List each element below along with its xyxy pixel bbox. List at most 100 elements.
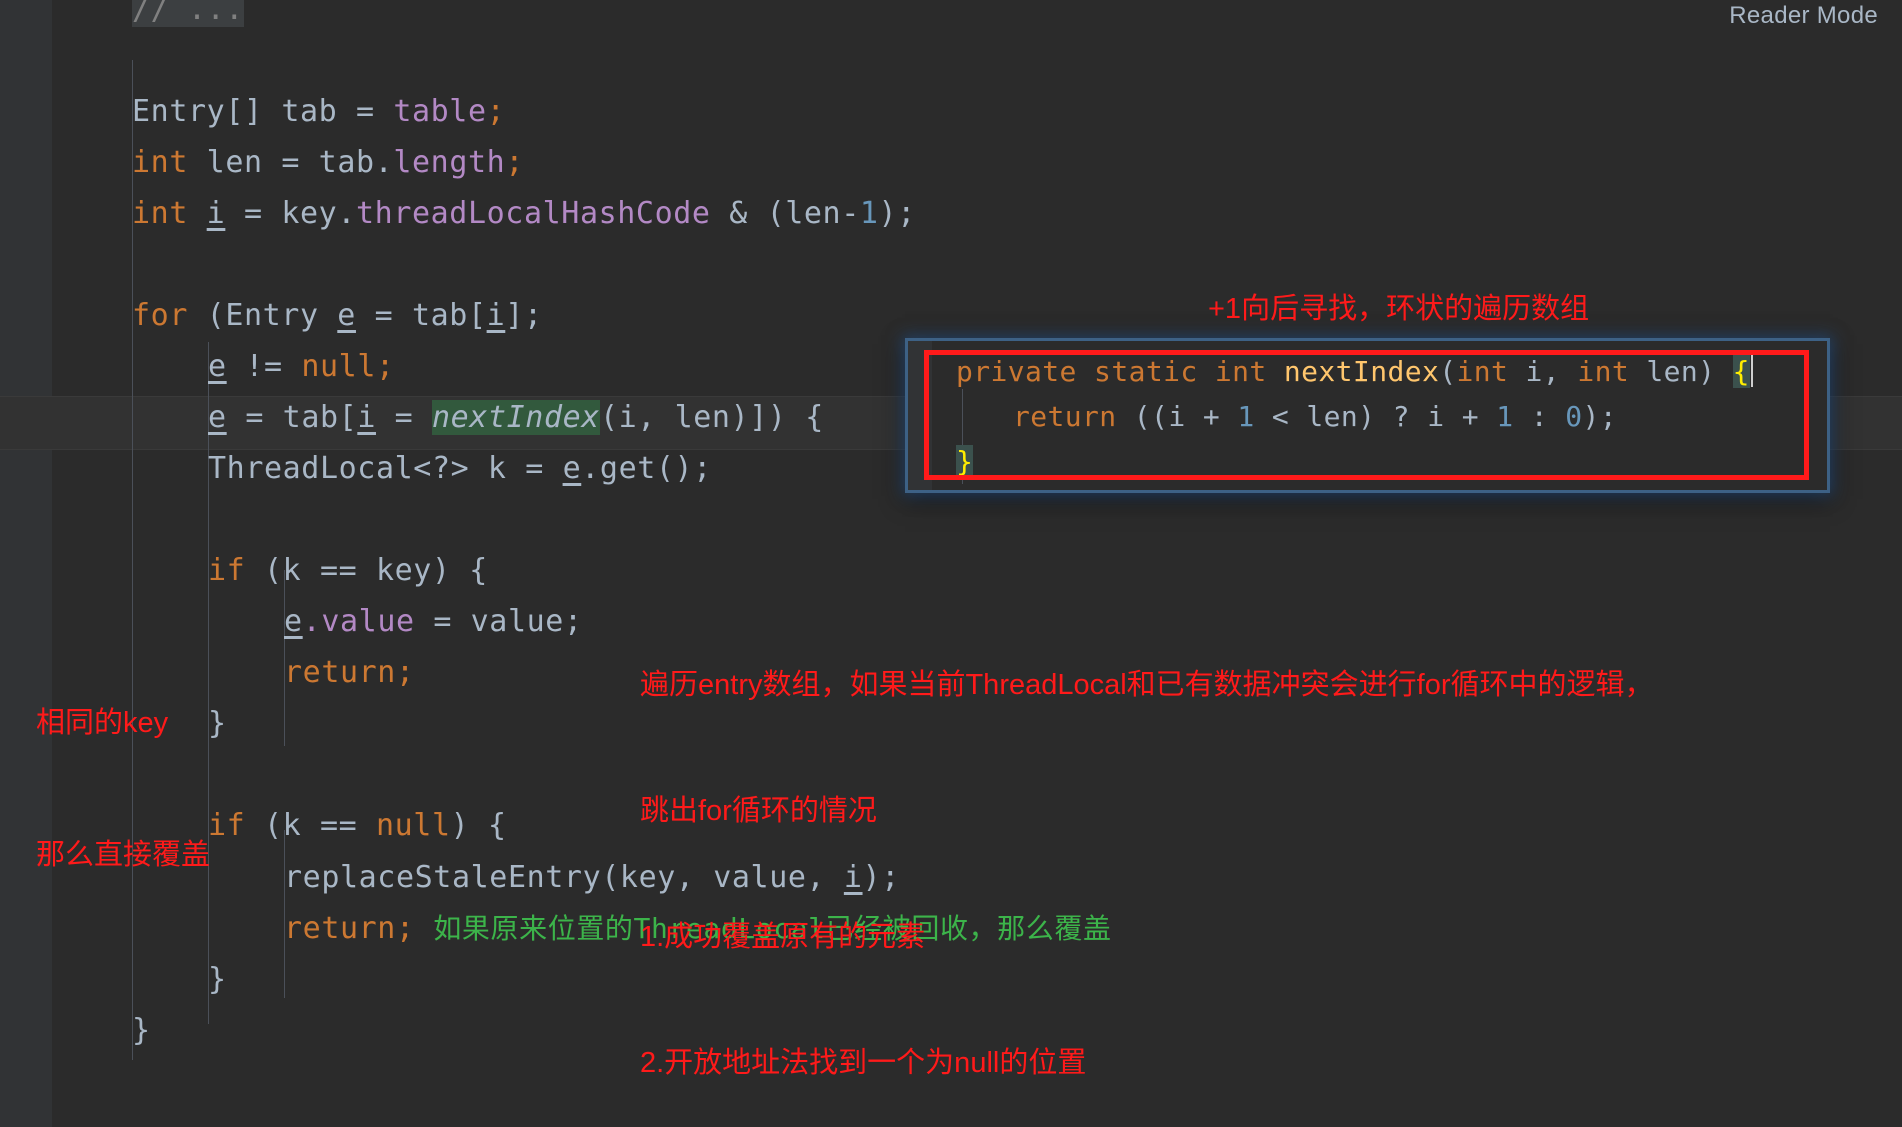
- keyword-if: if: [208, 553, 246, 588]
- param-i: i,: [1508, 355, 1578, 388]
- var-i: i: [486, 298, 506, 333]
- assign-op: =: [262, 145, 319, 180]
- expr-part-d: );: [1582, 400, 1618, 433]
- keyword-null: null: [375, 808, 451, 843]
- number-one: 1: [859, 196, 879, 231]
- code-line-int-i[interactable]: int i = key.threadLocalHashCode & (len-1…: [132, 192, 916, 235]
- code-line-if-k-key[interactable]: if (k == key) {: [208, 549, 488, 592]
- field-value: .value: [302, 604, 415, 639]
- expr-part-b: < len) ? i +: [1254, 400, 1497, 433]
- code-line-close-brace-1[interactable]: }: [208, 702, 227, 745]
- annotation-mid-line-3: 1.成功覆盖原有的元素: [640, 921, 926, 953]
- quick-definition-popup[interactable]: private static int nextIndex(int i, int …: [905, 338, 1830, 493]
- code-line-return-1[interactable]: return;: [284, 651, 415, 694]
- number-1: 1: [1237, 400, 1255, 433]
- close-brace: }: [208, 706, 227, 741]
- not-equal-op: !=: [226, 349, 302, 384]
- nextindex-args: (i, len)]) {: [599, 400, 824, 435]
- var-key-dot: key.: [281, 196, 356, 231]
- keyword-for: for: [132, 298, 188, 333]
- keyword-return: return: [1013, 400, 1117, 433]
- semicolon: ;: [505, 145, 524, 180]
- number-1b: 1: [1496, 400, 1514, 433]
- if-cond-close: ) {: [450, 808, 507, 843]
- popup-code-line-signature[interactable]: private static int nextIndex(int i, int …: [956, 349, 1753, 394]
- tab-open: = tab[: [355, 298, 487, 333]
- annotation-left-line-2: 那么直接覆盖: [36, 839, 211, 871]
- annotation-left-line-1: 相同的key: [36, 707, 169, 739]
- field-length: length: [393, 145, 506, 180]
- method-nextindex[interactable]: nextIndex: [431, 400, 600, 435]
- keyword-int: int: [132, 196, 188, 231]
- assign-op: =: [375, 400, 432, 435]
- param-type-int-1: int: [1456, 355, 1509, 388]
- annotation-mid-line-4: 2.开放地址法找到一个为null的位置: [640, 1047, 1087, 1079]
- open-brace-highlighted: {: [1732, 355, 1750, 388]
- annotation-mid-line-2: 跳出for循环的情况: [640, 795, 877, 827]
- comment-token: // ...: [132, 0, 244, 27]
- bracket-close: ];: [505, 298, 543, 333]
- code-line-nextindex[interactable]: e = tab[i = nextIndex(i, len)]) {: [208, 396, 824, 439]
- param-len: len: [1629, 355, 1699, 388]
- popup-gutter: [908, 341, 932, 490]
- threadlocal-decl: ThreadLocal<?> k =: [208, 451, 563, 486]
- code-line-entry-tab[interactable]: Entry[] tab = table;: [132, 90, 505, 133]
- assign-op: =: [225, 196, 282, 231]
- code-line-e-not-null[interactable]: e != null;: [208, 345, 395, 388]
- value-assign: = value;: [414, 604, 583, 639]
- and-op: & (len-: [710, 196, 860, 231]
- semicolon: ;: [395, 911, 415, 946]
- screenshot-root: Reader Mode // ... Entry[] tab = table; …: [0, 0, 1902, 1127]
- var-i: i: [357, 400, 376, 435]
- expr-part-a: ((i +: [1116, 400, 1238, 433]
- semicolon: ;: [395, 655, 415, 690]
- keyword-return: return: [284, 911, 396, 946]
- var-len: len: [206, 145, 263, 180]
- field-threadlocalhashcode: threadLocalHashCode: [356, 196, 711, 231]
- if-cond-open: (k ==: [245, 808, 376, 843]
- var-e: e: [337, 298, 356, 333]
- var-tab: tab: [281, 94, 338, 129]
- paren-open: (: [1439, 355, 1457, 388]
- for-open: (Entry: [188, 298, 338, 333]
- keyword-int: int: [132, 145, 188, 180]
- keyword-null: null: [301, 349, 376, 384]
- code-line-threadlocal-k[interactable]: ThreadLocal<?> k = e.get();: [208, 447, 712, 490]
- var-e: e: [208, 349, 227, 384]
- paren-close: ): [1698, 355, 1733, 388]
- var-i: i: [206, 196, 226, 231]
- popup-code-line-close-brace[interactable]: }: [956, 439, 974, 484]
- semicolon: ;: [486, 94, 506, 129]
- method-name-nextindex: nextIndex: [1283, 355, 1440, 388]
- annotation-mid-line-1: 遍历entry数组，如果当前ThreadLocal和已有数据冲突会进行for循环…: [640, 669, 1654, 701]
- annotation-middle-note: 遍历entry数组，如果当前ThreadLocal和已有数据冲突会进行for循环…: [640, 580, 1654, 1127]
- code-line-for[interactable]: for (Entry e = tab[i];: [132, 294, 543, 337]
- keyword-if: if: [208, 808, 246, 843]
- var-tab-dot: tab.: [318, 145, 394, 180]
- code-line-close-brace-2[interactable]: }: [208, 958, 227, 1001]
- code-line-close-brace-3[interactable]: }: [132, 1009, 151, 1052]
- number-0: 0: [1565, 400, 1583, 433]
- expr-part-c: :: [1513, 400, 1566, 433]
- var-e: e: [284, 604, 303, 639]
- tab-open: = tab[: [226, 400, 358, 435]
- semicolon: ;: [375, 349, 395, 384]
- annotation-left-note: 相同的key 那么直接覆盖: [36, 613, 210, 965]
- array-brackets: []: [225, 94, 263, 129]
- code-line-if-k-null[interactable]: if (k == null) {: [208, 804, 507, 847]
- close-brace: }: [132, 1013, 151, 1048]
- if-cond-key: (k == key) {: [245, 553, 488, 588]
- modifiers: private static int: [956, 355, 1284, 388]
- code-line-int-len[interactable]: int len = tab.length;: [132, 141, 524, 184]
- field-table: table: [393, 94, 487, 129]
- code-line-e-value-assign[interactable]: e.value = value;: [284, 600, 583, 643]
- type-entry: Entry: [132, 94, 226, 129]
- text-caret: [1750, 355, 1753, 387]
- popup-code-line-return[interactable]: return ((i + 1 < len) ? i + 1 : 0);: [1013, 394, 1617, 439]
- var-e: e: [208, 400, 227, 435]
- param-type-int-2: int: [1577, 355, 1630, 388]
- close-paren: );: [878, 196, 916, 231]
- code-line-comment-dots[interactable]: // ...: [132, 0, 244, 31]
- e-get-call: .get();: [581, 451, 712, 486]
- close-brace: }: [208, 962, 227, 997]
